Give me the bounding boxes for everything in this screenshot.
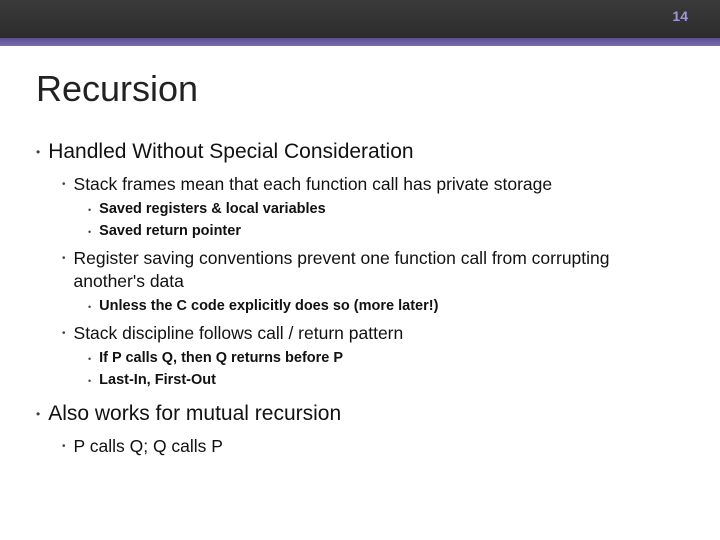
slide-title: Recursion bbox=[36, 68, 684, 110]
slide-content: Recursion • Handled Without Special Cons… bbox=[0, 46, 720, 458]
list-item: • Stack discipline follows call / return… bbox=[62, 322, 684, 390]
bullet-icon: • bbox=[36, 407, 40, 421]
bullet-icon: • bbox=[88, 376, 91, 386]
list-item: • Also works for mutual recursion • P ca… bbox=[36, 400, 684, 458]
bullet-text: Last-In, First-Out bbox=[99, 371, 216, 391]
bullet-text: Saved return pointer bbox=[99, 222, 241, 242]
bullet-icon: • bbox=[88, 354, 91, 364]
bullet-text: If P calls Q, then Q returns before P bbox=[99, 349, 343, 369]
bullet-icon: • bbox=[88, 205, 91, 215]
bullet-icon: • bbox=[88, 302, 91, 312]
list-item: • P calls Q; Q calls P bbox=[62, 435, 684, 458]
bullet-icon: • bbox=[62, 253, 66, 264]
bullet-icon: • bbox=[62, 179, 66, 190]
list-item: • Unless the C code explicitly does so (m… bbox=[88, 297, 684, 317]
list-item: • Stack frames mean that each function c… bbox=[62, 173, 684, 241]
bullet-text: Stack frames mean that each function cal… bbox=[74, 173, 553, 196]
list-item: • If P calls Q, then Q returns before P bbox=[88, 349, 684, 369]
bullet-text: P calls Q; Q calls P bbox=[74, 435, 223, 458]
bullet-list: • Handled Without Special Consideration … bbox=[36, 138, 684, 458]
list-item: • Handled Without Special Consideration … bbox=[36, 138, 684, 390]
page-number: 14 bbox=[672, 8, 688, 24]
list-item: • Saved registers & local variables bbox=[88, 200, 684, 220]
bullet-icon: • bbox=[62, 328, 66, 339]
list-item: • Register saving conventions prevent on… bbox=[62, 247, 684, 316]
bullet-text: Handled Without Special Consideration bbox=[48, 138, 413, 165]
slide-header: 14 bbox=[0, 0, 720, 38]
bullet-text: Saved registers & local variables bbox=[99, 200, 326, 220]
bullet-text: Register saving conventions prevent one … bbox=[74, 247, 684, 293]
bullet-icon: • bbox=[36, 145, 40, 159]
bullet-text: Stack discipline follows call / return p… bbox=[74, 322, 404, 345]
accent-bar bbox=[0, 38, 720, 46]
list-item: • Last-In, First-Out bbox=[88, 371, 684, 391]
bullet-text: Unless the C code explicitly does so (mo… bbox=[99, 297, 438, 317]
list-item: • Saved return pointer bbox=[88, 222, 684, 242]
bullet-text: Also works for mutual recursion bbox=[48, 400, 341, 427]
bullet-icon: • bbox=[88, 227, 91, 237]
bullet-icon: • bbox=[62, 441, 66, 452]
